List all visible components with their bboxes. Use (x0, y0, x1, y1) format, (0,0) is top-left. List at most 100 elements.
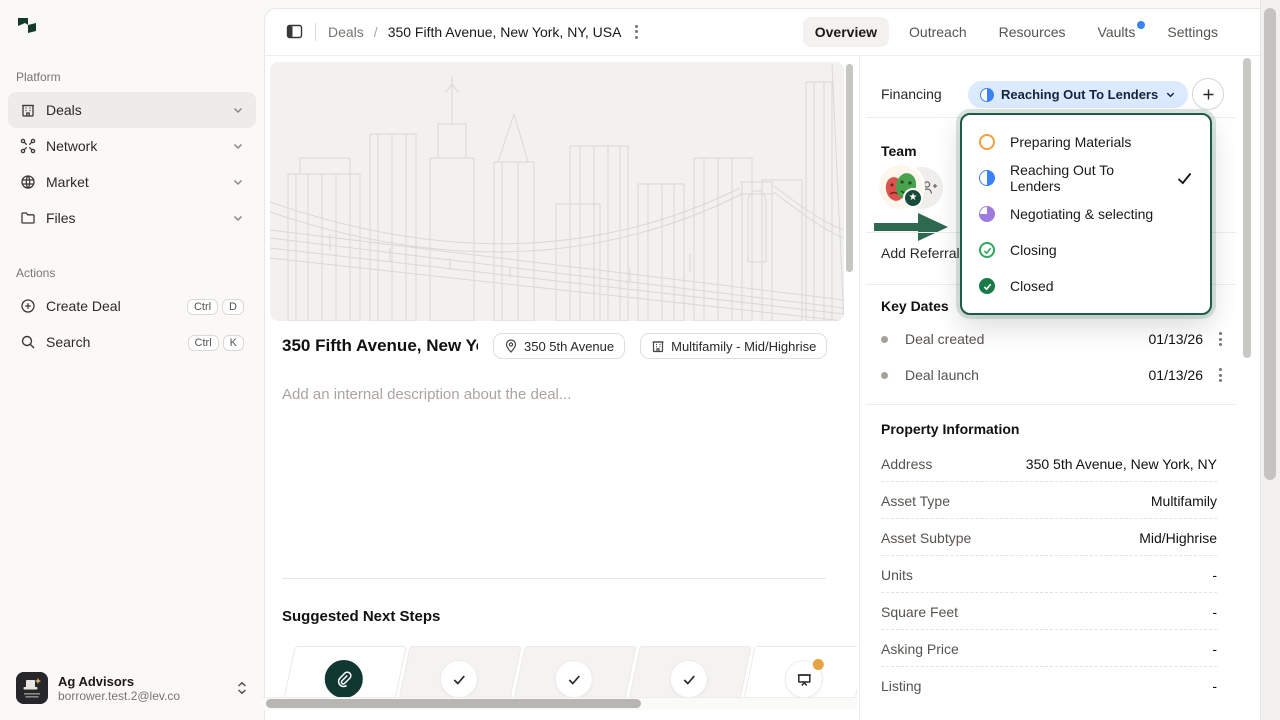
status-text: Reaching Out To Lenders (1001, 87, 1158, 102)
sidebar-item-market[interactable]: Market (8, 164, 256, 200)
plus-icon (1201, 87, 1216, 102)
sidebar: Platform Deals Network Market Files Acti… (0, 0, 264, 720)
chevron-down-icon (1165, 89, 1176, 100)
folder-icon (20, 210, 36, 226)
property-row-asking-price: Asking Price- (881, 631, 1217, 667)
sidebar-item-files[interactable]: Files (8, 200, 256, 236)
main-scrollbar-thumb[interactable] (846, 64, 853, 272)
check-icon (566, 672, 581, 687)
status-pie-icon (979, 206, 995, 222)
add-referral-button[interactable]: Add Referral (881, 245, 960, 261)
menu-item-reaching-out-to-lenders[interactable]: Reaching Out To Lenders (962, 160, 1210, 196)
sidebar-item-deals[interactable]: Deals (8, 92, 256, 128)
property-row-address: Address350 5th Avenue, New York, NY (881, 446, 1217, 482)
search-label: Search (46, 334, 90, 350)
actions-section-label: Actions (16, 266, 55, 280)
page-scrollbar-thumb[interactable] (1264, 8, 1276, 480)
easel-icon (795, 671, 812, 688)
check-icon (451, 672, 466, 687)
financing-status-menu: Preparing Materials Reaching Out To Lend… (960, 113, 1212, 315)
description-input[interactable]: Add an internal description about the de… (282, 386, 571, 403)
financing-label: Financing (881, 86, 942, 102)
building-icon (651, 339, 665, 353)
tab-overview[interactable]: Overview (803, 17, 889, 47)
step-presentation[interactable] (741, 646, 857, 698)
menu-item-preparing-materials[interactable]: Preparing Materials (962, 124, 1210, 160)
tab-outreach[interactable]: Outreach (897, 17, 979, 47)
green-arrow-annotation (872, 197, 952, 247)
tab-settings[interactable]: Settings (1155, 17, 1230, 47)
team-label: Team (881, 143, 917, 159)
user-email: borrower.test.2@lev.co (58, 689, 180, 703)
deal-options-kebab-icon[interactable] (631, 21, 642, 43)
row-options-kebab-icon[interactable] (1215, 328, 1226, 350)
search-icon (20, 334, 36, 350)
globe-icon (20, 174, 36, 190)
notification-dot (1137, 21, 1145, 29)
status-check-solid-icon (979, 278, 995, 294)
property-row-asset-subtype: Asset SubtypeMid/Highrise (881, 520, 1217, 556)
menu-item-closing[interactable]: Closing (962, 232, 1210, 268)
status-ring-icon (979, 134, 995, 150)
notification-dot (813, 659, 824, 670)
next-steps-title: Suggested Next Steps (282, 608, 440, 625)
sidebar-item-label: Market (46, 174, 89, 190)
financing-status-dropdown[interactable]: Reaching Out To Lenders (968, 81, 1188, 108)
create-deal-button[interactable]: Create Deal CtrlD (8, 288, 256, 324)
chevrons-up-down-icon (236, 681, 248, 695)
step-3[interactable] (511, 646, 637, 698)
chevron-down-icon (232, 140, 244, 152)
check-icon (681, 672, 696, 687)
divider (859, 56, 860, 720)
user-name: Ag Advisors (58, 674, 180, 689)
address-badge[interactable]: 350 5th Avenue (493, 333, 625, 359)
deal-title[interactable]: 350 Fifth Avenue, New Yo (282, 336, 478, 356)
network-icon (20, 138, 36, 154)
tab-resources[interactable]: Resources (987, 17, 1078, 47)
menu-item-closed[interactable]: Closed (962, 268, 1210, 304)
menu-item-negotiating-selecting[interactable]: Negotiating & selecting (962, 196, 1210, 232)
bullet-dot (881, 336, 888, 343)
sidebar-item-network[interactable]: Network (8, 128, 256, 164)
shortcut-keys: CtrlK (184, 333, 244, 351)
key-dates-title: Key Dates (881, 298, 949, 314)
paperclip-icon (335, 670, 353, 688)
asset-type-badge[interactable]: Multifamily - Mid/Highrise (640, 333, 827, 359)
chevron-down-icon (232, 176, 244, 188)
avatar (16, 672, 48, 704)
sidebar-item-label: Files (46, 210, 76, 226)
divider (866, 404, 1236, 405)
property-row-asset-type: Asset TypeMultifamily (881, 483, 1217, 519)
key-date-row: Deal created 01/13/26 (881, 330, 1226, 348)
sidebar-item-label: Network (46, 138, 97, 154)
create-deal-label: Create Deal (46, 298, 121, 314)
step-attachments[interactable] (282, 646, 407, 698)
app-logo (14, 14, 40, 40)
key-date-row: Deal launch 01/13/26 (881, 366, 1226, 384)
add-button[interactable] (1192, 78, 1224, 110)
horizontal-scrollbar-thumb[interactable] (266, 699, 641, 708)
chevron-down-icon (232, 212, 244, 224)
divider (282, 578, 826, 579)
step-2[interactable] (396, 646, 522, 698)
check-icon (1176, 170, 1193, 187)
breadcrumb-current: 350 Fifth Avenue, New York, NY, USA (388, 24, 622, 40)
plus-circle-icon (20, 298, 36, 314)
step-4[interactable] (626, 646, 752, 698)
next-steps-strip (282, 646, 857, 698)
deal-title-row: 350 Fifth Avenue, New Yo 350 5th Avenue … (282, 332, 827, 360)
breadcrumb-deals[interactable]: Deals (328, 24, 364, 40)
row-options-kebab-icon[interactable] (1215, 364, 1226, 386)
bullet-dot (881, 372, 888, 379)
property-row-listing: Listing- (881, 668, 1217, 704)
property-information-title: Property Information (881, 421, 1019, 437)
divider (315, 23, 316, 41)
status-check-outline-icon (979, 242, 995, 258)
sidebar-toggle-icon[interactable] (286, 23, 303, 40)
tab-vaults[interactable]: Vaults (1086, 17, 1148, 47)
search-button[interactable]: Search CtrlK (8, 324, 256, 360)
sidebar-item-label: Deals (46, 102, 82, 118)
panel-scrollbar-thumb[interactable] (1243, 58, 1251, 358)
deal-header: Deals / 350 Fifth Avenue, New York, NY, … (264, 8, 1260, 56)
user-account-menu[interactable]: Ag Advisors borrower.test.2@lev.co (8, 664, 256, 712)
